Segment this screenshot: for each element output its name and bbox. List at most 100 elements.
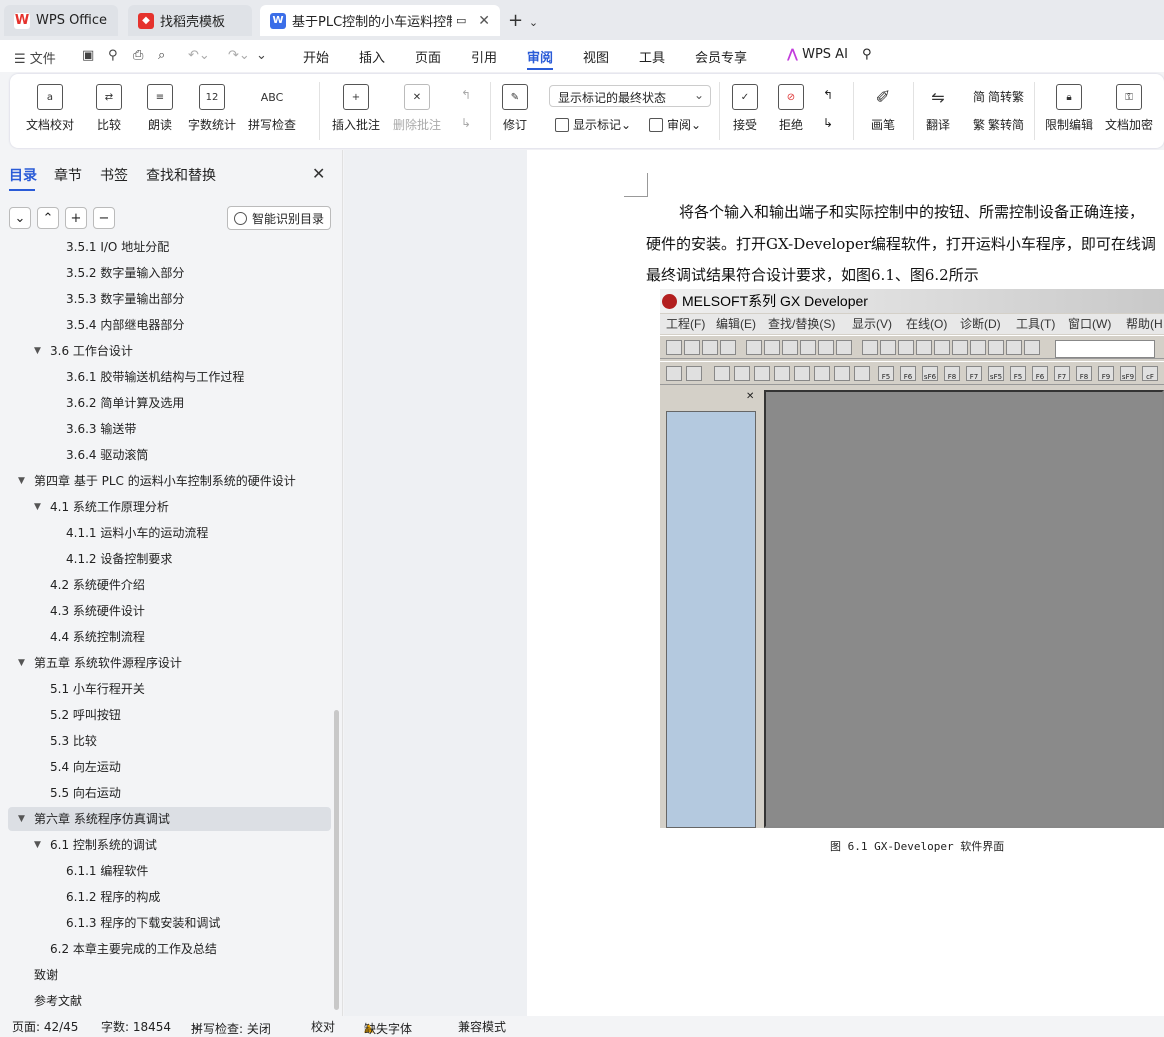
print-icon[interactable]: ⎙ — [133, 48, 143, 63]
toc-item[interactable]: 3.6.2 简单计算及选用 — [8, 391, 331, 415]
expand-toggle-icon[interactable]: ▼ — [34, 495, 41, 519]
read-aloud-button[interactable]: ≡ 朗读 — [147, 84, 173, 133]
expand-toggle-icon[interactable]: ▼ — [34, 833, 41, 857]
delete-comment-button[interactable]: ✕ 删除批注 — [393, 84, 441, 133]
restrict-edit-button[interactable]: 🔒︎ 限制编辑 — [1045, 84, 1093, 133]
toc-item[interactable]: 4.2 系统硬件介绍 — [8, 573, 331, 597]
toc-item[interactable]: 3.5.3 数字量输出部分 — [8, 287, 331, 311]
tab-wps-office[interactable]: W WPS Office — [4, 5, 118, 36]
toc-item[interactable]: 3.6.1 胶带输送机结构与工作过程 — [8, 365, 331, 389]
reject-button[interactable]: ⊘ 拒绝 — [778, 84, 804, 133]
expand-toggle-icon[interactable]: ▼ — [18, 807, 25, 831]
prev-change-icon[interactable]: ↰ — [823, 88, 833, 102]
status-words[interactable]: 字数: 18454 — [101, 1018, 171, 1035]
menu-start[interactable]: 开始 — [303, 47, 329, 66]
toc-item[interactable]: 3.6.4 驱动滚筒 — [8, 443, 331, 467]
toc-item[interactable]: ▼ 第五章 系统软件源程序设计 — [8, 651, 331, 675]
remove-heading-button[interactable]: − — [93, 207, 115, 229]
toc-item[interactable]: 5.3 比较 — [8, 729, 331, 753]
to-simplified-button[interactable]: 繁繁转简 — [973, 116, 1024, 133]
print-preview-icon[interactable]: ⌕ — [158, 48, 165, 63]
search-icon[interactable]: ⚲ — [862, 47, 872, 62]
nav-tab-sections[interactable]: 章节 — [54, 165, 82, 185]
menu-insert[interactable]: 插入 — [359, 47, 385, 66]
expand-toggle-icon[interactable]: ▼ — [34, 339, 41, 363]
toc-item[interactable]: 参考文献 — [8, 989, 331, 1013]
encrypt-button[interactable]: ⚿ 文档加密 — [1105, 84, 1153, 133]
accept-button[interactable]: ✓ 接受 — [732, 84, 758, 133]
nav-tab-find-replace[interactable]: 查找和替换 — [146, 165, 216, 185]
toc-item[interactable]: ▼ 4.1 系统工作原理分析 — [8, 495, 331, 519]
toc-item[interactable]: 致谢 — [8, 963, 331, 987]
show-markup-button[interactable]: 显示标记 ⌄ — [555, 116, 631, 133]
tab-document[interactable]: W 基于PLC控制的小车运料控制系 ▭ ✕ — [260, 5, 500, 36]
menu-tools[interactable]: 工具 — [639, 47, 665, 66]
tab-templates[interactable]: ◆ 找稻壳模板 — [128, 5, 252, 36]
status-proof[interactable]: 校对 — [311, 1018, 335, 1035]
expand-toggle-icon[interactable]: ▼ — [18, 469, 25, 493]
chevron-down-icon[interactable]: ⌄ — [529, 16, 538, 29]
undo-icon[interactable]: ↶⌄ — [188, 48, 210, 63]
toc-item[interactable]: 5.2 呼叫按钮 — [8, 703, 331, 727]
toc-item[interactable]: ▼ 3.6 工作台设计 — [8, 339, 331, 363]
accept-icon: ✓ — [732, 84, 758, 110]
spell-check-button[interactable]: ABC 拼写检查 — [248, 84, 296, 133]
translate-button[interactable]: ⇋ 翻译 — [925, 84, 951, 133]
next-change-icon[interactable]: ↳ — [823, 116, 833, 130]
expand-up-button[interactable]: ⌃ — [37, 207, 59, 229]
close-tab-icon[interactable]: ✕ — [478, 13, 490, 29]
markup-state-select[interactable]: 显示标记的最终状态 ⌄ — [549, 85, 711, 107]
to-traditional-button[interactable]: 简简转繁 — [973, 88, 1024, 105]
toc-item[interactable]: 4.4 系统控制流程 — [8, 625, 331, 649]
more-icon[interactable]: ⌄ — [256, 48, 267, 63]
toc-item[interactable]: 5.1 小车行程开关 — [8, 677, 331, 701]
nav-tab-bookmarks[interactable]: 书签 — [100, 165, 128, 185]
menu-reference[interactable]: 引用 — [471, 47, 497, 66]
toc-item[interactable]: 5.4 向左运动 — [8, 755, 331, 779]
toc-item[interactable]: 3.5.4 内部继电器部分 — [8, 313, 331, 337]
toc-item[interactable]: 6.1.3 程序的下载安装和调试 — [8, 911, 331, 935]
redo-icon[interactable]: ↷⌄ — [228, 48, 250, 63]
wps-ai-button[interactable]: ⋀ WPS AI — [787, 47, 848, 62]
expand-toggle-icon[interactable]: ▼ — [18, 651, 25, 675]
toc-item[interactable]: 3.5.2 数字量输入部分 — [8, 261, 331, 285]
status-spell[interactable]: 拼写检查: 关闭 ⌄ — [191, 1018, 271, 1036]
close-icon[interactable]: ✕ — [312, 164, 325, 183]
nav-tab-toc[interactable]: 目录 — [9, 165, 37, 191]
toc-item[interactable]: 3.6.3 输送带 — [8, 417, 331, 441]
toc-item[interactable]: ▼ 第四章 基于 PLC 的运料小车控制系统的硬件设计 — [8, 469, 331, 493]
toc-item[interactable]: 4.3 系统硬件设计 — [8, 599, 331, 623]
menu-page[interactable]: 页面 — [415, 47, 441, 66]
menu-review[interactable]: 审阅 — [527, 47, 554, 70]
share-icon[interactable]: ⚲ — [108, 48, 118, 63]
toc-item[interactable]: 6.1.1 编程软件 — [8, 859, 331, 883]
toc-item[interactable]: 6.2 本章主要完成的工作及总结 — [8, 937, 331, 961]
insert-comment-button[interactable]: + 插入批注 — [332, 84, 380, 133]
toc-item[interactable]: 3.5.1 I/O 地址分配 — [8, 238, 331, 259]
pen-button[interactable]: ✐ 画笔 — [870, 84, 896, 133]
save-icon[interactable]: ▣ — [82, 48, 94, 63]
toc-item[interactable]: 4.1.2 设备控制要求 — [8, 547, 331, 571]
toc-item[interactable]: ▼ 第六章 系统程序仿真调试 — [8, 807, 331, 831]
toc-item[interactable]: 5.5 向右运动 — [8, 781, 331, 805]
toc-item[interactable]: ▼ 6.1 控制系统的调试 — [8, 833, 331, 857]
file-menu[interactable]: ☰ 文件 — [14, 48, 56, 67]
review-pane-button[interactable]: 审阅 ⌄ — [649, 116, 701, 133]
status-page[interactable]: 页面: 42/45 — [12, 1018, 78, 1035]
prev-comment-icon[interactable]: ↰ — [461, 88, 471, 102]
collapse-all-button[interactable]: ⌄ — [9, 207, 31, 229]
menu-member[interactable]: 会员专享 — [695, 47, 747, 66]
document-page[interactable]: 将各个输入和输出端子和实际控制中的按钮、所需控制设备正确连接， 硬件的安装。打开… — [527, 150, 1164, 1016]
toc-item[interactable]: 4.1.1 运料小车的运动流程 — [8, 521, 331, 545]
scrollbar[interactable] — [334, 710, 339, 1010]
menu-view[interactable]: 视图 — [583, 47, 609, 66]
add-heading-button[interactable]: + — [65, 207, 87, 229]
word-count-button[interactable]: 12 字数统计 — [188, 84, 236, 133]
toc-item[interactable]: 6.1.2 程序的构成 — [8, 885, 331, 909]
proofread-button[interactable]: a 文档校对 — [26, 84, 74, 133]
revise-button[interactable]: ✎ 修订 — [502, 84, 528, 133]
new-tab-button[interactable]: + ⌄ — [508, 10, 538, 31]
smart-toc-button[interactable]: 智能识别目录 — [227, 206, 331, 230]
compare-button[interactable]: ⇄ 比较 — [96, 84, 122, 133]
next-comment-icon[interactable]: ↳ — [461, 116, 471, 130]
